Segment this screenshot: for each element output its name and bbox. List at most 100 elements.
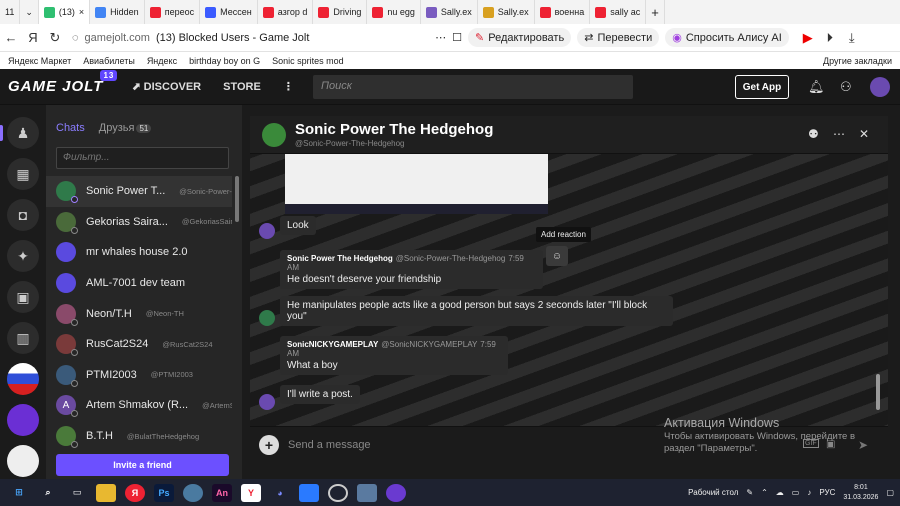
tab-azgor[interactable]: азгор d <box>258 0 314 24</box>
chevron-up-icon[interactable]: ⌃ <box>761 488 768 497</box>
bookmark-sonic[interactable]: Sonic sprites mod <box>272 56 344 66</box>
get-app-button[interactable]: Get App <box>735 75 789 99</box>
message-bubble[interactable]: I'll write a post. <box>280 385 360 404</box>
list-item[interactable]: B.T.H @BulatTheHedgehog <box>46 421 232 452</box>
invite-friend-button[interactable]: Invite a friend <box>56 454 229 476</box>
network-icon[interactable]: ▭ <box>792 488 800 497</box>
message-bubble[interactable]: Look <box>280 216 316 235</box>
tab-driving[interactable]: Driving <box>313 0 368 24</box>
photoshop-icon[interactable]: Ps <box>154 483 174 502</box>
rail-community-russia[interactable] <box>7 363 39 395</box>
list-item[interactable]: AArtem Shmakov (R...@ArtemS... <box>46 390 232 421</box>
edit-button[interactable]: ✎ Редактировать <box>468 28 572 47</box>
bookmark-icon[interactable]: ☐ <box>452 31 462 44</box>
message-bubble[interactable]: SonicNICKYGAMEPLAY @SonicNICKYGAMEPLAY 7:5… <box>280 336 508 375</box>
rail-community-1[interactable]: ✦ <box>7 240 39 272</box>
windows-start-icon[interactable]: ⊞ <box>9 484 29 502</box>
cloud-icon[interactable]: ☁ <box>776 488 784 497</box>
clock[interactable]: 8:01 31.03.2026 <box>843 483 878 503</box>
tab-friends[interactable]: Друзья 51 <box>99 122 152 134</box>
more-options-icon[interactable]: ⋯ <box>833 127 845 141</box>
scrollbar[interactable] <box>235 176 239 222</box>
message-bubble[interactable]: He manipulates people acts like a good p… <box>280 296 673 326</box>
bell-icon[interactable]: 🔔︎ <box>808 79 825 95</box>
yandex-active-icon[interactable]: Y <box>241 483 261 502</box>
message-input[interactable]: Send a message <box>288 439 371 451</box>
file-explorer-icon[interactable] <box>96 483 116 502</box>
rail-community-2[interactable]: ▣ <box>7 281 39 313</box>
bookmark-birthday[interactable]: birthday boy on G <box>189 56 260 66</box>
tab-sally-1[interactable]: Sally.ex <box>421 0 478 24</box>
youtube-icon[interactable]: ▶ <box>797 30 819 46</box>
avatar[interactable] <box>259 394 275 410</box>
notifications-icon[interactable]: ▢ <box>886 488 894 497</box>
rail-community-purple[interactable] <box>7 404 39 436</box>
discord-icon[interactable]: ◕ <box>270 484 290 502</box>
gamejolt-logo[interactable]: GAME JOLT 13 <box>8 70 118 95</box>
user-avatar[interactable] <box>870 77 890 97</box>
tab-counter[interactable]: 11 <box>0 0 21 24</box>
tab-nuegg[interactable]: nu egg <box>367 0 421 24</box>
media-icon[interactable]: ⏵ <box>819 30 841 46</box>
tab-hidden[interactable]: Hidden <box>90 0 145 24</box>
chat-scrollbar[interactable] <box>876 374 880 410</box>
ask-alice-button[interactable]: ◉ Спросить Алису AI <box>665 28 789 47</box>
rail-community-russian-devs[interactable] <box>7 445 39 477</box>
list-item[interactable]: mr whales house 2.0 <box>46 237 232 268</box>
message-bubble[interactable]: Sonic Power The Hedgehog @Sonic-Power-The… <box>280 250 543 289</box>
search-input[interactable]: Поиск <box>313 75 633 99</box>
back-icon[interactable]: ← <box>0 30 22 45</box>
other-bookmarks[interactable]: Другие закладки <box>823 56 892 66</box>
tab-sally-2[interactable]: Sally.ex <box>478 0 535 24</box>
app-purple-icon[interactable] <box>386 483 406 502</box>
tab-voenna[interactable]: военна <box>535 0 591 24</box>
download-icon[interactable]: ⤓ <box>841 30 863 46</box>
task-view-icon[interactable]: ▭ <box>67 484 87 502</box>
more-menu-icon[interactable]: ⋮ <box>283 80 294 93</box>
add-member-icon[interactable]: ⚉ <box>808 127 819 141</box>
filter-input[interactable]: Фильтр... <box>56 147 229 169</box>
list-item[interactable]: Gekorias Saira...@GekoriasSaira... <box>46 207 232 238</box>
bookmark-avia[interactable]: Авиабилеты <box>83 56 135 66</box>
app-icon[interactable] <box>183 483 203 502</box>
tab-chats[interactable]: Chats <box>56 122 85 134</box>
chat-avatar[interactable] <box>262 123 286 147</box>
list-item[interactable]: Sonic Power T...@Sonic-Power-... <box>46 176 232 207</box>
list-item[interactable]: RusCat2S24 @RusCat2S24 <box>46 329 232 360</box>
avatar[interactable] <box>259 223 275 239</box>
rail-inventory[interactable]: ◘ <box>7 199 39 231</box>
language-indicator[interactable]: РУС <box>819 488 835 497</box>
close-icon[interactable]: × <box>79 7 84 17</box>
friends-icon[interactable]: ⚇ <box>840 79 852 95</box>
volume-icon[interactable]: ♪ <box>807 488 811 497</box>
store-link[interactable]: STORE <box>223 81 261 93</box>
chrome-icon[interactable] <box>328 483 348 502</box>
tab-messenger[interactable]: Мессен <box>200 0 258 24</box>
yandex-home-icon[interactable]: Я <box>22 30 44 45</box>
animate-icon[interactable]: An <box>212 483 232 502</box>
list-item[interactable]: Neon/T.H @Neon-TH <box>46 298 232 329</box>
rail-home[interactable]: ♟ <box>0 117 39 149</box>
list-item[interactable]: AML-7001 dev team <box>46 268 232 299</box>
yandex-browser-icon[interactable]: Я <box>125 483 145 502</box>
reload-icon[interactable]: ↻ <box>44 30 66 46</box>
tab-gamejolt[interactable]: (13) × <box>38 0 91 24</box>
bookmark-market[interactable]: Яндекс Маркет <box>8 56 71 66</box>
tab-pereos[interactable]: переос <box>145 0 201 24</box>
search-icon[interactable]: ⌕ <box>38 484 58 502</box>
attach-button[interactable]: + <box>259 435 279 455</box>
rail-community-3[interactable]: ▥ <box>7 322 39 354</box>
new-tab-button[interactable]: + <box>646 0 665 24</box>
desktop-label[interactable]: Рабочий стол <box>688 488 738 497</box>
more-icon[interactable]: ⋯ <box>435 31 446 44</box>
messenger-icon[interactable] <box>299 483 319 502</box>
url-field[interactable]: ◌ gamejolt.com (13) Blocked Users - Game… <box>72 31 462 45</box>
translate-button[interactable]: ⇄ Перевести <box>577 28 660 47</box>
tab-sallyac[interactable]: sally ac <box>590 0 647 24</box>
rail-store[interactable]: ▦ <box>7 158 39 190</box>
tab-chevron[interactable]: ⌄ <box>20 0 39 24</box>
bookmark-yandex[interactable]: Яндекс <box>147 56 177 66</box>
discover-link[interactable]: ⬈ DISCOVER <box>131 80 201 93</box>
chat-title[interactable]: Sonic Power The Hedgehog <box>295 121 493 138</box>
list-item[interactable]: PTMI2003 @PTMI2003 <box>46 360 232 391</box>
